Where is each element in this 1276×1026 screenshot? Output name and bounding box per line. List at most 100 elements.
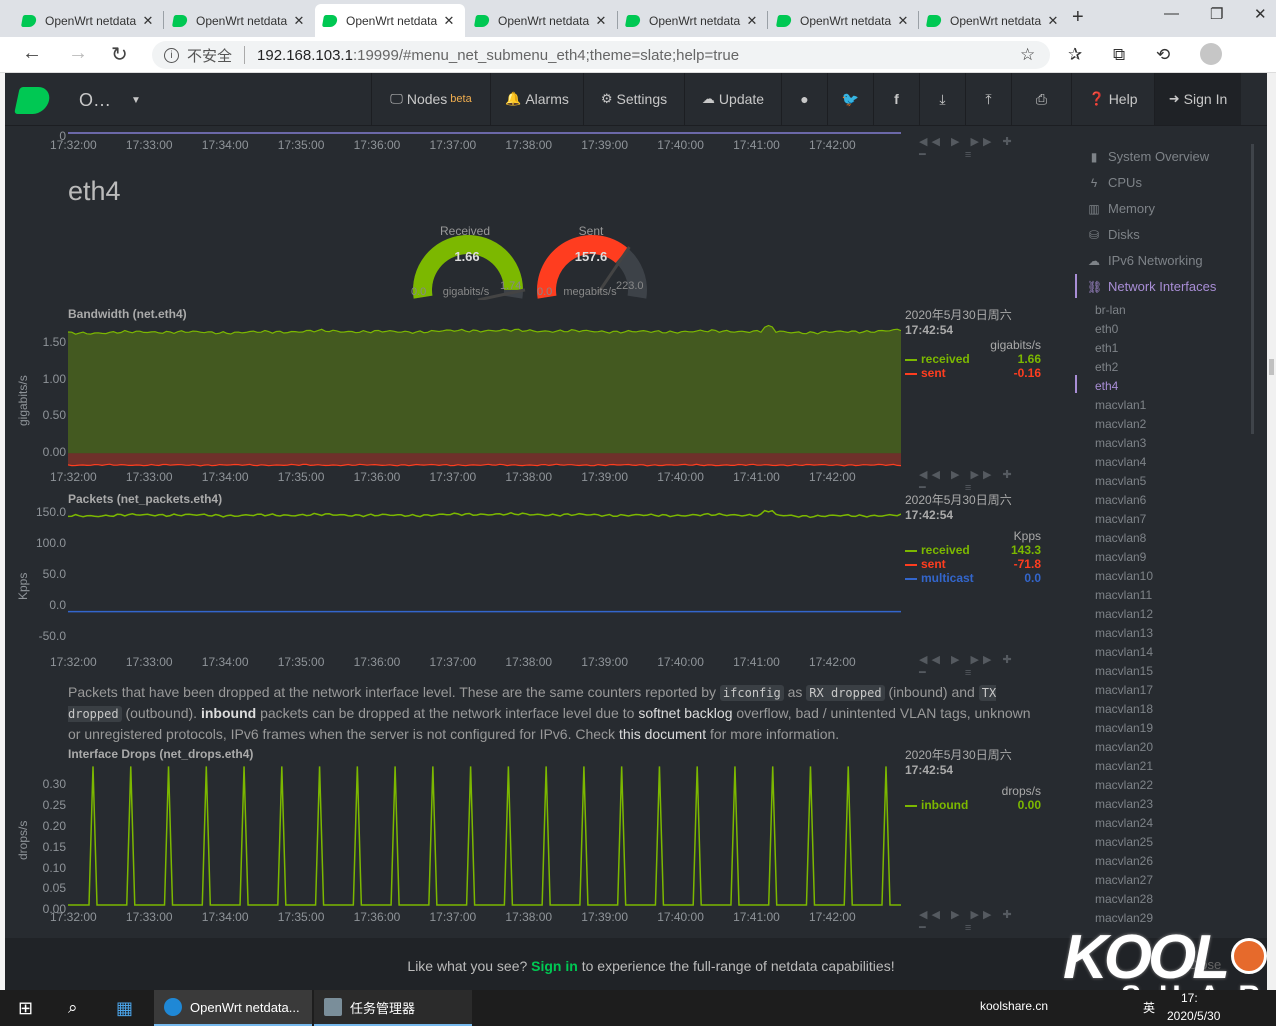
sidebar-item-disks[interactable]: ⛁ Disks — [1087, 227, 1140, 242]
close-tab-icon[interactable]: ✕ — [1045, 13, 1061, 29]
sidebar-subitem-macvlan8[interactable]: macvlan8 — [1095, 531, 1146, 545]
ime-indicator[interactable]: 英 — [1143, 999, 1155, 1016]
browser-tab[interactable]: OpenWrt netdata ✕ — [769, 4, 919, 37]
hostname-menu[interactable]: O… — [79, 90, 111, 111]
share-icon[interactable]: ⟲ — [1156, 45, 1170, 65]
sidebar-subitem-macvlan6[interactable]: macvlan6 — [1095, 493, 1146, 507]
sidebar-subitem-macvlan18[interactable]: macvlan18 — [1095, 702, 1153, 716]
alarms-button[interactable]: 🔔 Alarms — [490, 73, 583, 125]
sidebar-subitem-macvlan2[interactable]: macvlan2 — [1095, 417, 1146, 431]
legend-inbound[interactable]: inbound 0.00 — [905, 798, 1041, 812]
browser-tab[interactable]: OpenWrt netdata ✕ — [165, 4, 315, 37]
sidebar-subitem-macvlan14[interactable]: macvlan14 — [1095, 645, 1153, 659]
twitter-button[interactable]: 🐦 — [827, 73, 873, 125]
sidebar-subitem-macvlan5[interactable]: macvlan5 — [1095, 474, 1146, 488]
close-tab-icon[interactable]: ✕ — [291, 13, 307, 29]
sidebar-subitem-macvlan25[interactable]: macvlan25 — [1095, 835, 1153, 849]
reload-icon[interactable]: ↻ — [111, 42, 128, 67]
windows-start-icon[interactable]: ⊞ — [18, 990, 33, 1026]
favorites-icon[interactable]: ✰ — [1068, 45, 1082, 65]
window-close-icon[interactable]: ✕ — [1254, 5, 1267, 23]
store-icon[interactable]: ▦ — [116, 990, 133, 1026]
sidebar-subitem-macvlan1[interactable]: macvlan1 — [1095, 398, 1146, 412]
page-scrollbar[interactable] — [1267, 73, 1276, 990]
sidebar-subitem-macvlan4[interactable]: macvlan4 — [1095, 455, 1146, 469]
sidebar-subitem-macvlan13[interactable]: macvlan13 — [1095, 626, 1153, 640]
profile-avatar[interactable] — [1200, 43, 1222, 65]
sidebar-subitem-macvlan28[interactable]: macvlan28 — [1095, 892, 1153, 906]
chart-controls[interactable]: ◀◀ ▶ ▶▶ ✚ ━ ≡ — [919, 653, 1075, 679]
close-tab-icon[interactable]: ✕ — [441, 13, 457, 29]
legend-received[interactable]: received 143.3 — [905, 543, 1041, 557]
search-icon[interactable]: ⌕ — [68, 990, 78, 1026]
sidebar-item-network-interfaces[interactable]: ⛓ Network Interfaces — [1087, 279, 1216, 294]
facebook-button[interactable]: f — [873, 73, 919, 125]
sidebar-subitem-macvlan24[interactable]: macvlan24 — [1095, 816, 1153, 830]
sidebar-subitem-eth2[interactable]: eth2 — [1095, 360, 1118, 374]
legend-sent[interactable]: sent -71.8 — [905, 557, 1041, 571]
sign-in-button[interactable]: ➜ Sign In — [1154, 73, 1241, 125]
sidebar-subitem-macvlan11[interactable]: macvlan11 — [1095, 588, 1152, 602]
sidebar-subitem-eth1[interactable]: eth1 — [1095, 341, 1118, 355]
browser-tab[interactable]: OpenWrt netdata ✕ — [919, 4, 1069, 37]
taskbar-browser-app[interactable]: OpenWrt netdata... — [154, 990, 312, 1026]
collections-icon[interactable]: ⧉ — [1113, 45, 1125, 65]
sidebar-subitem-macvlan17[interactable]: macvlan17 — [1095, 683, 1153, 697]
sidebar-subitem-macvlan10[interactable]: macvlan10 — [1095, 569, 1153, 583]
forward-icon[interactable]: → — [68, 42, 88, 65]
maximize-icon[interactable]: ❐ — [1210, 5, 1223, 23]
print-button[interactable]: ⎙ — [1011, 73, 1071, 125]
sidebar-subitem-macvlan23[interactable]: macvlan23 — [1095, 797, 1153, 811]
sidebar-subitem-eth0[interactable]: eth0 — [1095, 322, 1118, 336]
drops-chart[interactable] — [68, 758, 901, 906]
legend-received[interactable]: received 1.66 — [905, 352, 1041, 366]
legend-sent[interactable]: sent -0.16 — [905, 366, 1041, 380]
info-icon[interactable]: i — [164, 47, 179, 63]
caret-down-icon[interactable]: ▼ — [131, 95, 141, 106]
sidebar-subitem-br-lan[interactable]: br-lan — [1095, 303, 1126, 317]
browser-tab-active[interactable]: OpenWrt netdata ✕ — [315, 4, 465, 37]
nodes-button[interactable]: 🖵 Nodes beta — [371, 73, 490, 125]
upload-button[interactable]: ⤒ — [965, 73, 1011, 125]
footer-sign-in-link[interactable]: Sign in — [531, 958, 578, 974]
close-tab-icon[interactable]: ✕ — [593, 13, 609, 29]
clock-date[interactable]: 2020/5/30 — [1167, 1009, 1220, 1023]
settings-button[interactable]: ⚙ Settings — [583, 73, 684, 125]
sidebar-subitem-macvlan12[interactable]: macvlan12 — [1095, 607, 1153, 621]
close-tab-icon[interactable]: ✕ — [140, 13, 156, 29]
sidebar-subitem-macvlan15[interactable]: macvlan15 — [1095, 664, 1153, 678]
sidebar-subitem-eth4[interactable]: eth4 — [1095, 379, 1118, 393]
sidebar-item-system-overview[interactable]: ▮ System Overview — [1087, 149, 1209, 164]
sidebar-item-ipv6[interactable]: ☁ IPv6 Networking — [1087, 253, 1203, 268]
github-button[interactable]: ● — [781, 73, 827, 125]
back-icon[interactable]: ← — [22, 42, 42, 65]
softnet-backlog-link[interactable]: softnet backlog — [638, 705, 732, 721]
sidebar-subitem-macvlan7[interactable]: macvlan7 — [1095, 512, 1146, 526]
sidebar-subitem-macvlan9[interactable]: macvlan9 — [1095, 550, 1146, 564]
update-button[interactable]: ☁ Update — [684, 73, 781, 125]
close-tab-icon[interactable]: ✕ — [895, 13, 911, 29]
bookmark-star-icon[interactable]: ☆ — [1020, 45, 1035, 65]
sidebar-subitem-macvlan26[interactable]: macvlan26 — [1095, 854, 1153, 868]
browser-tab[interactable]: OpenWrt netdata ✕ — [14, 4, 164, 37]
sidebar-subitem-macvlan22[interactable]: macvlan22 — [1095, 778, 1153, 792]
clock-time[interactable]: 17: — [1181, 991, 1198, 1005]
packets-chart[interactable] — [68, 504, 901, 652]
browser-tab[interactable]: OpenWrt netdata ✕ — [467, 4, 617, 37]
close-tab-icon[interactable]: ✕ — [744, 13, 760, 29]
sidebar-item-cpus[interactable]: ϟ CPUs — [1087, 175, 1142, 190]
this-document-link[interactable]: this document — [619, 726, 706, 742]
new-tab-icon[interactable]: + — [1072, 6, 1084, 29]
sidebar-subitem-macvlan3[interactable]: macvlan3 — [1095, 436, 1146, 450]
sidebar-subitem-macvlan20[interactable]: macvlan20 — [1095, 740, 1153, 754]
sidebar-subitem-macvlan19[interactable]: macvlan19 — [1095, 721, 1153, 735]
sidebar-item-memory[interactable]: ▥ Memory — [1087, 201, 1155, 216]
sidebar-scrollbar[interactable] — [1251, 144, 1254, 434]
browser-tab[interactable]: OpenWrt netdata ✕ — [618, 4, 768, 37]
bandwidth-chart[interactable] — [68, 320, 901, 468]
taskbar-task-manager[interactable]: 任务管理器 — [314, 990, 472, 1026]
minimize-icon[interactable]: — — [1164, 5, 1179, 22]
netdata-logo[interactable] — [14, 87, 52, 114]
help-button[interactable]: ❓ Help — [1071, 73, 1154, 125]
legend-multicast[interactable]: multicast 0.0 — [905, 571, 1041, 585]
